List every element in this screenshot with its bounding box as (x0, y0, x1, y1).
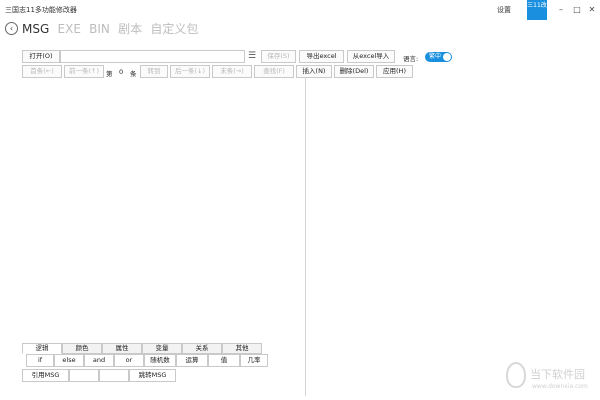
tab-logic[interactable]: 逻辑 (22, 343, 62, 354)
insert-button[interactable]: 插入(N) (296, 65, 332, 78)
tab-msg[interactable]: MSG (22, 22, 49, 36)
apply-button[interactable]: 应用(H) (376, 65, 413, 78)
blank-cell[interactable] (69, 369, 99, 382)
watermark-url: www.downxia.com (532, 383, 588, 390)
file-path-field[interactable] (60, 50, 245, 63)
insert-operation-button[interactable]: 运算 (176, 354, 208, 367)
tab-relation[interactable]: 关系 (182, 343, 222, 354)
tab-other[interactable]: 其他 (222, 343, 262, 354)
index-prefix: 第 (106, 70, 113, 78)
toggle-knob (443, 53, 451, 61)
settings-button[interactable]: 设置 (497, 5, 511, 15)
goto-button[interactable]: 转到 (140, 65, 168, 78)
close-button[interactable]: ✕ (586, 4, 598, 16)
tab-custom-package[interactable]: 自定义包 (150, 20, 198, 37)
next-record-button[interactable]: 后一条(↓) (170, 65, 210, 78)
save-button[interactable]: 保存(S) (261, 50, 296, 63)
insert-if-button[interactable]: if (26, 354, 54, 367)
first-record-button[interactable]: 首条(←) (22, 65, 62, 78)
insert-and-button[interactable]: and (84, 354, 114, 367)
open-button[interactable]: 打开(O) (22, 50, 60, 63)
record-index-input[interactable]: 0 (119, 68, 123, 76)
app-title: 三国志11多功能修改器 (5, 6, 77, 14)
language-value: 繁中 (429, 53, 442, 60)
watermark-name: 当下软件园 (530, 368, 585, 381)
insert-random-button[interactable]: 随机数 (144, 354, 176, 367)
index-suffix: 条 (130, 70, 137, 78)
reference-msg-button[interactable]: 引用MSG (22, 369, 69, 382)
tab-exe[interactable]: EXE (58, 22, 81, 36)
tab-attribute[interactable]: 属性 (102, 343, 142, 354)
title-bar: 三国志11多功能修改器 设置 三11改 – □ ✕ (0, 0, 600, 20)
tab-color[interactable]: 颜色 (62, 343, 102, 354)
minimize-button[interactable]: – (555, 4, 567, 16)
blank-cell[interactable] (99, 369, 129, 382)
language-label: 语言: (403, 55, 419, 63)
pane-divider[interactable] (305, 78, 306, 396)
app-logo: 三11改 (527, 0, 547, 20)
tab-variable[interactable]: 变量 (142, 343, 182, 354)
export-excel-button[interactable]: 导出excel (299, 50, 344, 63)
back-arrow-icon[interactable]: ‹ (5, 22, 18, 35)
tab-bin[interactable]: BIN (89, 22, 110, 36)
delete-button[interactable]: 删除(Del) (334, 65, 374, 78)
find-button[interactable]: 查找(F) (254, 65, 294, 78)
list-icon[interactable]: ☰ (248, 51, 256, 61)
insert-value-button[interactable]: 值 (208, 354, 240, 367)
main-tabs: MSG EXE BIN 剧本 自定义包 (22, 20, 204, 38)
watermark-logo (506, 362, 526, 388)
jump-msg-button[interactable]: 跳转MSG (129, 369, 176, 382)
insert-or-button[interactable]: or (114, 354, 144, 367)
import-excel-button[interactable]: 从excel导入 (347, 50, 395, 63)
insert-else-button[interactable]: else (54, 354, 84, 367)
tab-scenario[interactable]: 剧本 (118, 20, 142, 37)
language-toggle[interactable]: 繁中 (425, 52, 452, 62)
last-record-button[interactable]: 末条(→) (212, 65, 252, 78)
maximize-button[interactable]: □ (571, 4, 583, 16)
prev-record-button[interactable]: 前一条(↑) (64, 65, 104, 78)
insert-probability-button[interactable]: 几率 (240, 354, 268, 367)
